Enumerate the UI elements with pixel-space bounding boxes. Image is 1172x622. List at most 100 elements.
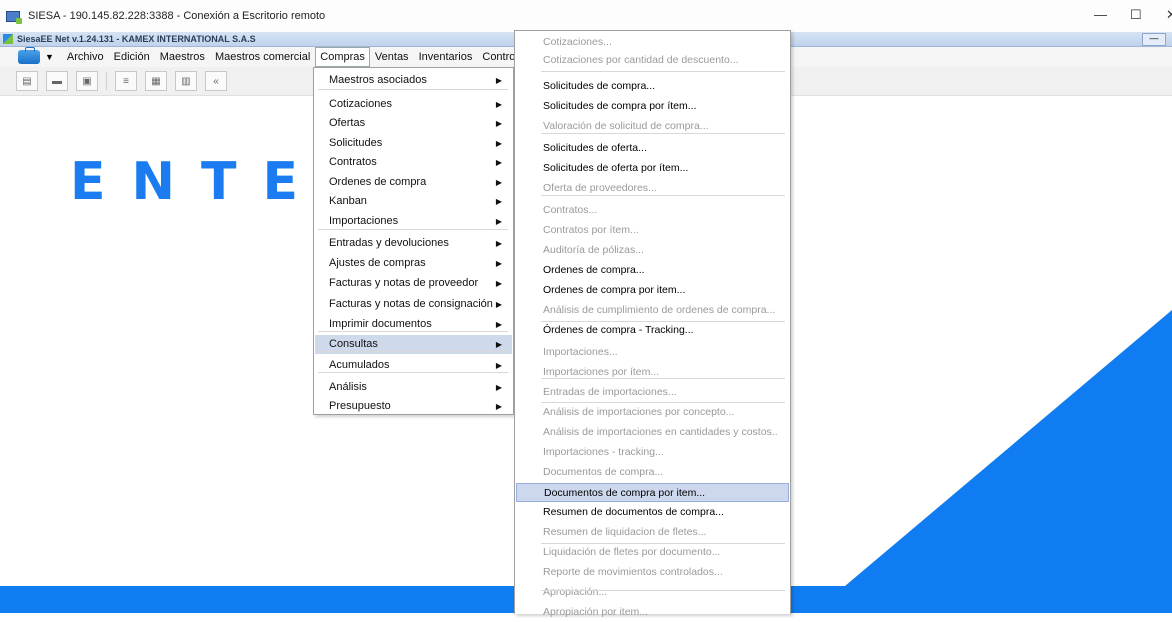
submenu-item-ordenes-de-compra-tracking[interactable]: Órdenes de compra - Tracking...	[516, 321, 789, 340]
nav-first-icon[interactable]: «	[205, 71, 227, 91]
maximize-icon[interactable]: ☐	[1130, 7, 1142, 23]
dropdown-arrow-icon[interactable]: ▼	[45, 52, 54, 62]
submenu-item-label: Contratos...	[543, 204, 598, 216]
submenu-item-label: Solicitudes de oferta...	[543, 142, 647, 154]
submenu-item-label: Solicitudes de oferta por ítem...	[543, 162, 689, 174]
submenu-item-resumen-de-documentos-de-compra[interactable]: Resumen de documentos de compra...	[516, 503, 789, 522]
remote-desktop-title: SIESA - 190.145.82.228:3388 - Conexión a…	[28, 10, 326, 22]
menu-item-kanban[interactable]: Kanban ▶	[315, 192, 512, 211]
submenu-item-label: Apropiación por item...	[543, 606, 649, 618]
delete-icon[interactable]: ▥	[175, 71, 197, 91]
submenu-item-label: Documentos de compra...	[543, 466, 664, 478]
submenu-item-entradas-de-importaciones: Entradas de importaciones...	[516, 383, 789, 402]
menu-item-facturas-y-notas-de-consignacion[interactable]: Facturas y notas de consignación ▶	[315, 295, 512, 314]
consultas-submenu: Cotizaciones... Cotizaciones por cantidad…	[514, 30, 791, 618]
submenu-item-ordenes-de-compra[interactable]: Ordenes de compra...	[516, 261, 789, 280]
menu-item-ofertas[interactable]: Ofertas ▶	[315, 114, 512, 133]
copy-icon[interactable]: ▣	[76, 71, 98, 91]
submenu-item-solicitudes-de-compra[interactable]: Solicitudes de compra...	[516, 77, 789, 96]
submenu-item-documentos-de-compra: Documentos de compra...	[516, 463, 789, 482]
submenu-item-solicitudes-de-oferta-por-item[interactable]: Solicitudes de oferta por ítem...	[516, 159, 789, 178]
menu-item-facturas-y-notas-de-proveedor[interactable]: Facturas y notas de proveedor ▶	[315, 274, 512, 293]
menu-separator	[318, 372, 508, 373]
submenu-item-label: Importaciones por ítem...	[543, 366, 660, 378]
submenu-item-solicitudes-de-oferta[interactable]: Solicitudes de oferta...	[516, 139, 789, 158]
menu-item-label: Imprimir documentos	[329, 318, 432, 330]
submenu-item-label: Solicitudes de compra por ítem...	[543, 100, 697, 112]
menu-item-contratos[interactable]: Contratos ▶	[315, 153, 512, 172]
open-folder-icon[interactable]: ▬	[46, 71, 68, 91]
submenu-item-label: Auditoría de pólizas...	[543, 244, 644, 256]
submenu-arrow-icon: ▶	[495, 259, 502, 268]
briefcase-icon[interactable]	[18, 47, 40, 64]
remote-desktop-titlebar: SIESA - 190.145.82.228:3388 - Conexión a…	[0, 0, 1172, 32]
menu-archivo[interactable]: Archivo	[62, 48, 109, 66]
submenu-arrow-icon: ▶	[495, 100, 502, 109]
menu-item-label: Ajustes de compras	[329, 257, 426, 269]
submenu-item-liquidacion-de-fletes-por-documento: Liquidación de fletes por documento...	[516, 543, 789, 562]
menu-separator	[541, 133, 785, 134]
submenu-item-documentos-de-compra-por-item[interactable]: Documentos de compra por item...	[516, 483, 789, 502]
submenu-item-label: Apropiación...	[543, 586, 608, 598]
menu-item-label: Facturas y notas de proveedor	[329, 277, 479, 289]
submenu-item-label: Valoración de solicitud de compra...	[543, 120, 709, 132]
submenu-item-label: Análisis de importaciones en cantidades …	[543, 426, 778, 438]
submenu-item-cotizaciones: Cotizaciones...	[516, 33, 789, 52]
submenu-item-importaciones-por-item: Importaciones por ítem...	[516, 363, 789, 382]
submenu-item-analisis-de-importaciones-por-concepto: Análisis de importaciones por concepto..…	[516, 403, 789, 422]
menu-item-label: Entradas y devoluciones	[329, 237, 449, 249]
submenu-item-label: Documentos de compra por item...	[544, 487, 706, 499]
app-minimize-button[interactable]: —	[1142, 33, 1166, 46]
submenu-item-label: Resumen de liquidacion de fletes...	[543, 526, 707, 538]
menu-item-ajustes-de-compras[interactable]: Ajustes de compras ▶	[315, 254, 512, 273]
menu-separator	[541, 543, 785, 544]
submenu-item-contratos: Contratos...	[516, 201, 789, 220]
menu-separator	[318, 229, 508, 230]
menu-item-label: Acumulados	[329, 359, 390, 371]
menu-item-presupuesto[interactable]: Presupuesto ▶	[315, 397, 512, 416]
submenu-item-ordenes-de-compra-por-item[interactable]: Ordenes de compra por item...	[516, 281, 789, 300]
submenu-item-solicitudes-de-compra-por-item[interactable]: Solicitudes de compra por ítem...	[516, 97, 789, 116]
find-icon[interactable]: ≡	[115, 71, 137, 91]
menu-item-label: Solicitudes	[329, 137, 383, 149]
close-icon[interactable]: ✕	[1166, 7, 1172, 23]
submenu-item-label: Análisis de importaciones por concepto..…	[543, 406, 735, 418]
menu-ventas[interactable]: Ventas	[370, 48, 414, 66]
submenu-item-label: Reporte de movimientos controlados...	[543, 566, 723, 578]
submenu-item-label: Importaciones - tracking...	[543, 446, 664, 458]
submenu-item-label: Ordenes de compra...	[543, 264, 645, 276]
submenu-arrow-icon: ▶	[495, 139, 502, 148]
save-icon[interactable]: ▦	[145, 71, 167, 91]
menu-edicion[interactable]: Edición	[109, 48, 155, 66]
menu-item-label: Ordenes de compra	[329, 176, 427, 188]
menu-item-cotizaciones[interactable]: Cotizaciones ▶	[315, 95, 512, 114]
new-document-icon[interactable]: ▤	[16, 71, 38, 91]
menu-item-maestros-asociados[interactable]: Maestros asociados ▶	[315, 71, 512, 90]
menu-maestros[interactable]: Maestros	[155, 48, 210, 66]
submenu-item-label: Liquidación de fletes por documento...	[543, 546, 721, 558]
menu-maestros-comercial[interactable]: Maestros comercial	[210, 48, 315, 66]
app-title: SiesaEE Net v.1.24.131 - KAMEX INTERNATI…	[17, 34, 256, 44]
menu-item-analisis[interactable]: Análisis ▶	[315, 378, 512, 397]
siesa-logo-icon	[3, 34, 13, 44]
submenu-arrow-icon: ▶	[495, 197, 502, 206]
menu-inventarios[interactable]: Inventarios	[414, 48, 478, 66]
submenu-item-label: Órdenes de compra - Tracking...	[543, 324, 694, 336]
submenu-arrow-icon: ▶	[495, 239, 502, 248]
menu-item-label: Consultas	[329, 338, 378, 350]
submenu-item-analisis-de-importaciones-en-cantidades-y-costos: Análisis de importaciones en cantidades …	[516, 423, 789, 442]
menu-item-label: Importaciones	[329, 215, 399, 227]
submenu-item-importaciones-tracking: Importaciones - tracking...	[516, 443, 789, 462]
menu-separator	[541, 402, 785, 403]
menu-item-solicitudes[interactable]: Solicitudes ▶	[315, 134, 512, 153]
minimize-icon[interactable]: —	[1094, 7, 1107, 22]
submenu-item-importaciones: Importaciones...	[516, 343, 789, 362]
submenu-item-label: Contratos por ítem...	[543, 224, 639, 236]
menu-item-ordenes-de-compra[interactable]: Ordenes de compra ▶	[315, 173, 512, 192]
menu-item-label: Análisis	[329, 381, 367, 393]
menu-compras[interactable]: Compras	[315, 47, 370, 67]
submenu-arrow-icon: ▶	[495, 119, 502, 128]
submenu-item-label: Cotizaciones por cantidad de descuento..…	[543, 54, 739, 66]
menu-item-entradas-y-devoluciones[interactable]: Entradas y devoluciones ▶	[315, 234, 512, 253]
menu-separator	[541, 71, 785, 72]
